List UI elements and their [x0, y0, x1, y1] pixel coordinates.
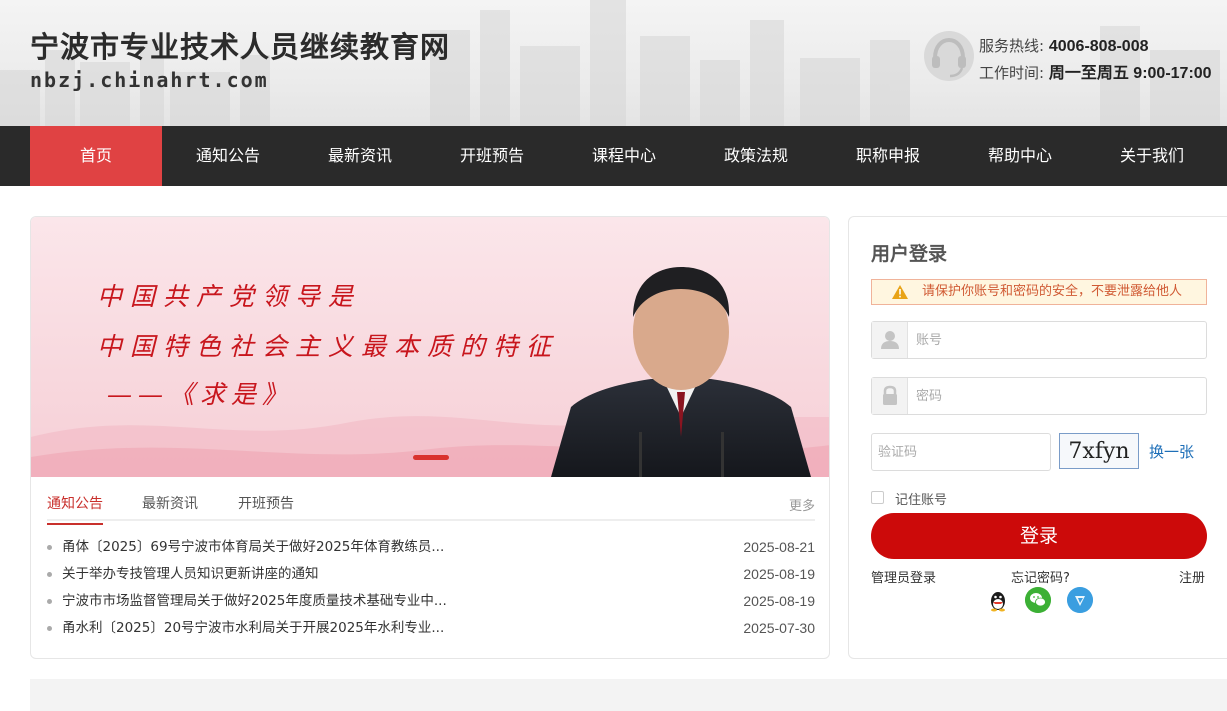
news-list: 甬体〔2025〕69号宁波市体育局关于做好2025年体育教练员... 2025-…	[47, 537, 815, 645]
password-input[interactable]	[916, 378, 1196, 414]
tab-notices[interactable]: 通知公告	[47, 493, 103, 525]
working-hours: 工作时间: 周一至周五 9:00-17:00	[979, 59, 1212, 83]
news-date: 2025-08-19	[743, 566, 815, 582]
warning-icon	[892, 285, 908, 299]
hours-label: 工作时间:	[979, 64, 1045, 82]
hours-value: 周一至周五 9:00-17:00	[1048, 65, 1212, 82]
security-warning: 请保护你账号和密码的安全，不要泄露给他人	[871, 279, 1207, 305]
tab-latest-news[interactable]: 最新资讯	[142, 493, 198, 523]
list-item[interactable]: 宁波市市场监督管理局关于做好2025年度质量技术基础专业中... 2025-08…	[47, 591, 815, 618]
banner-carousel[interactable]: 中国共产党领导是 中国特色社会主义最本质的特征 ——《求是》	[31, 217, 829, 477]
headset-icon	[924, 31, 974, 81]
list-item[interactable]: 关于举办专技管理人员知识更新讲座的通知 2025-08-19	[47, 564, 815, 591]
captcha-input[interactable]	[871, 433, 1051, 471]
news-date: 2025-07-30	[743, 620, 815, 636]
forgot-password-link[interactable]: 忘记密码?	[1011, 567, 1070, 586]
username-field	[871, 321, 1207, 359]
site-url: nbzj.chinahrt.com	[30, 68, 269, 92]
bullet-icon	[47, 572, 52, 577]
banner-quote-line2: 中国特色社会主义最本质的特征	[97, 332, 560, 361]
main-nav: 首页 通知公告 最新资讯 开班预告 课程中心 政策法规 职称申报 帮助中心 关于…	[0, 126, 1227, 186]
banner-quote-source: ——《求是》	[107, 380, 294, 409]
wechat-icon[interactable]	[1025, 587, 1051, 613]
nav-item-help[interactable]: 帮助中心	[954, 126, 1086, 186]
bullet-icon	[47, 545, 52, 550]
hotline: 服务热线: 4006-808-008	[979, 35, 1148, 56]
weibo-icon[interactable]	[1067, 587, 1093, 613]
bullet-icon	[47, 626, 52, 631]
nav-item-title-application[interactable]: 职称申报	[822, 126, 954, 186]
qq-icon[interactable]	[985, 587, 1011, 613]
hotline-number: 4006-808-008	[1048, 38, 1149, 55]
news-tabs: 通知公告 最新资讯 开班预告 更多	[47, 491, 815, 525]
captcha-image[interactable]: 7xfyn	[1059, 433, 1139, 469]
warning-text: 请保护你账号和密码的安全，不要泄露给他人	[922, 284, 1183, 299]
remember-label: 记住账号	[895, 493, 948, 508]
more-link[interactable]: 更多	[789, 495, 815, 514]
user-icon	[872, 322, 908, 358]
remember-checkbox[interactable]	[871, 491, 884, 504]
news-title[interactable]: 甬体〔2025〕69号宁波市体育局关于做好2025年体育教练员...	[62, 537, 444, 557]
nav-item-courses[interactable]: 课程中心	[558, 126, 690, 186]
hotline-label: 服务热线:	[979, 37, 1045, 55]
captcha-refresh-link[interactable]: 换一张	[1149, 441, 1194, 462]
news-title[interactable]: 关于举办专技管理人员知识更新讲座的通知	[62, 564, 319, 584]
lock-icon	[872, 378, 908, 414]
list-item[interactable]: 甬水利〔2025〕20号宁波市水利局关于开展2025年水利专业... 2025-…	[47, 618, 815, 645]
nav-item-notices[interactable]: 通知公告	[162, 126, 294, 186]
username-input[interactable]	[916, 322, 1196, 358]
list-item[interactable]: 甬体〔2025〕69号宁波市体育局关于做好2025年体育教练员... 2025-…	[47, 537, 815, 564]
carousel-indicator[interactable]	[413, 455, 449, 460]
nav-item-about[interactable]: 关于我们	[1086, 126, 1218, 186]
news-date: 2025-08-21	[743, 539, 815, 555]
news-title[interactable]: 宁波市市场监督管理局关于做好2025年度质量技术基础专业中...	[62, 591, 447, 611]
login-button[interactable]: 登录	[871, 513, 1207, 559]
news-date: 2025-08-19	[743, 593, 815, 609]
banner-quote-line1: 中国共产党领导是	[97, 282, 362, 311]
site-header: 宁波市专业技术人员继续教育网 nbzj.chinahrt.com 服务热线: 4…	[0, 0, 1227, 126]
site-title: 宁波市专业技术人员继续教育网	[30, 30, 451, 64]
nav-item-news[interactable]: 最新资讯	[294, 126, 426, 186]
bullet-icon	[47, 599, 52, 604]
admin-login-link[interactable]: 管理员登录	[871, 567, 936, 586]
news-title[interactable]: 甬水利〔2025〕20号宁波市水利局关于开展2025年水利专业...	[62, 618, 444, 638]
nav-item-policies[interactable]: 政策法规	[690, 126, 822, 186]
password-field	[871, 377, 1207, 415]
nav-item-class-preview[interactable]: 开班预告	[426, 126, 558, 186]
register-link[interactable]: 注册	[1179, 567, 1205, 586]
tab-class-preview[interactable]: 开班预告	[238, 493, 294, 523]
footer-band	[30, 679, 1227, 711]
nav-item-home[interactable]: 首页	[30, 126, 162, 186]
login-panel: 用户登录 请保护你账号和密码的安全，不要泄露给他人 7xfyn 换一张 记住账号…	[848, 216, 1227, 659]
login-title: 用户登录	[871, 243, 948, 265]
content-panel: 中国共产党领导是 中国特色社会主义最本质的特征 ——《求是》 通知公告 最新资讯…	[30, 216, 830, 659]
